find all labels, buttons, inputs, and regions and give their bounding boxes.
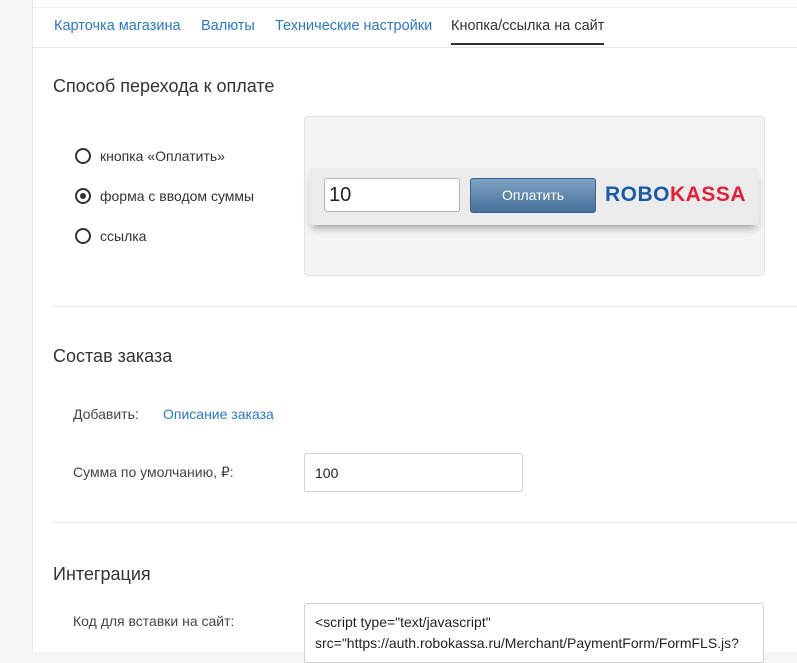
radio-label[interactable]: форма с вводом суммы <box>100 188 254 204</box>
tab-shop-card[interactable]: Карточка магазина <box>54 18 181 43</box>
section-divider <box>53 306 797 307</box>
radio-option-pay-button[interactable]: кнопка «Оплатить» <box>75 146 225 166</box>
settings-panel: Карточка магазина Валюты Технические нас… <box>32 0 797 663</box>
radio-unchecked-icon[interactable] <box>75 148 91 164</box>
radio-option-sum-form[interactable]: форма с вводом суммы <box>75 186 254 206</box>
robokassa-logo: ROBOKASSA <box>605 183 746 207</box>
code-line: <script type="text/javascript" <box>315 614 491 630</box>
add-label: Добавить: <box>73 406 139 422</box>
amount-preview-input: 10 <box>324 178 460 212</box>
order-title: Состав заказа <box>53 346 173 366</box>
radio-unchecked-icon[interactable] <box>75 228 91 244</box>
code-label: Код для вставки на сайт: <box>73 613 235 629</box>
logo-part-kassa: KASSA <box>670 183 747 206</box>
embed-code-textarea[interactable]: <script type="text/javascript" src="http… <box>304 603 764 663</box>
radio-option-link[interactable]: ссылка <box>75 226 146 246</box>
tab-technical-settings[interactable]: Технические настройки <box>275 18 432 43</box>
payment-method-title: Способ перехода к оплате <box>53 76 275 96</box>
code-line: src="https://auth.robokassa.ru/Merchant/… <box>315 635 739 651</box>
widget-preview: 10 Оплатить ROBOKASSA <box>304 116 765 276</box>
integration-title: Интеграция <box>53 564 151 584</box>
default-sum-label: Сумма по умолчанию, ₽: <box>73 464 234 480</box>
payment-widget: 10 Оплатить ROBOKASSA <box>309 168 759 225</box>
order-description-link[interactable]: Описание заказа <box>163 406 274 422</box>
pay-preview-button: Оплатить <box>470 178 596 213</box>
tab-button-link[interactable]: Кнопка/ссылка на сайт <box>451 18 605 45</box>
tab-currencies[interactable]: Валюты <box>201 18 255 43</box>
radio-label[interactable]: кнопка «Оплатить» <box>100 148 225 164</box>
radio-label[interactable]: ссылка <box>100 228 146 244</box>
default-sum-input[interactable]: 100 <box>304 453 523 492</box>
section-divider <box>53 522 797 523</box>
tab-bar: Карточка магазина Валюты Технические нас… <box>33 7 797 48</box>
logo-part-robo: ROBO <box>605 183 670 206</box>
radio-checked-icon[interactable] <box>75 188 91 204</box>
